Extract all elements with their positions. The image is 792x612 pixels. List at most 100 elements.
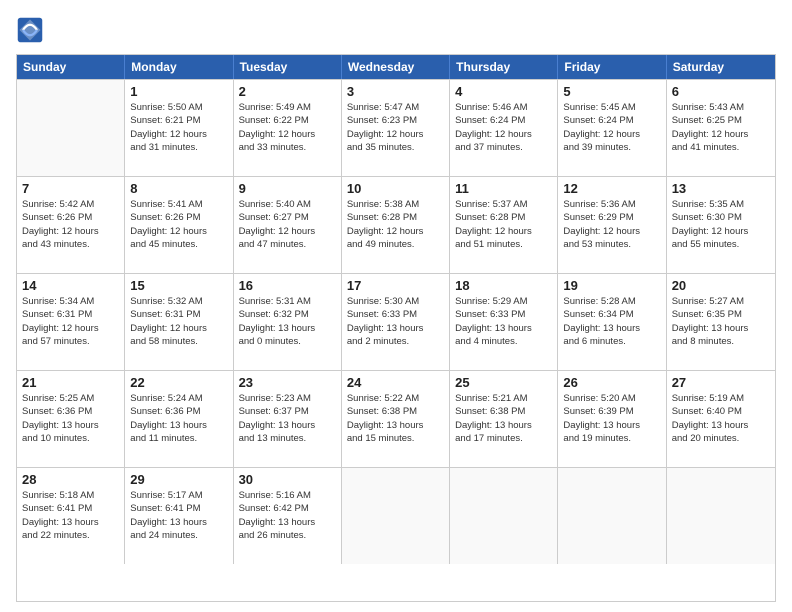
day-info-line: Sunset: 6:26 PM	[22, 211, 119, 224]
day-info-line: Sunrise: 5:38 AM	[347, 198, 444, 211]
calendar-cell: 18Sunrise: 5:29 AMSunset: 6:33 PMDayligh…	[450, 274, 558, 370]
day-number: 9	[239, 181, 336, 196]
day-info-line: Sunrise: 5:23 AM	[239, 392, 336, 405]
day-info-line: Sunrise: 5:16 AM	[239, 489, 336, 502]
day-info: Sunrise: 5:47 AMSunset: 6:23 PMDaylight:…	[347, 101, 444, 154]
day-info-line: Daylight: 13 hours	[22, 516, 119, 529]
day-info-line: and 8 minutes.	[672, 335, 770, 348]
day-info-line: Sunrise: 5:47 AM	[347, 101, 444, 114]
day-info-line: Sunset: 6:33 PM	[455, 308, 552, 321]
day-info: Sunrise: 5:23 AMSunset: 6:37 PMDaylight:…	[239, 392, 336, 445]
day-number: 14	[22, 278, 119, 293]
day-info: Sunrise: 5:18 AMSunset: 6:41 PMDaylight:…	[22, 489, 119, 542]
day-info-line: and 37 minutes.	[455, 141, 552, 154]
page: SundayMondayTuesdayWednesdayThursdayFrid…	[0, 0, 792, 612]
day-info-line: Sunset: 6:34 PM	[563, 308, 660, 321]
day-info-line: and 26 minutes.	[239, 529, 336, 542]
weekday-header: Sunday	[17, 55, 125, 79]
day-number: 13	[672, 181, 770, 196]
day-info-line: Sunset: 6:21 PM	[130, 114, 227, 127]
day-info-line: Daylight: 13 hours	[239, 419, 336, 432]
day-info-line: Sunset: 6:35 PM	[672, 308, 770, 321]
day-number: 17	[347, 278, 444, 293]
day-info-line: Sunrise: 5:42 AM	[22, 198, 119, 211]
day-info-line: Sunrise: 5:43 AM	[672, 101, 770, 114]
day-info: Sunrise: 5:29 AMSunset: 6:33 PMDaylight:…	[455, 295, 552, 348]
day-info-line: Sunrise: 5:49 AM	[239, 101, 336, 114]
day-info: Sunrise: 5:17 AMSunset: 6:41 PMDaylight:…	[130, 489, 227, 542]
calendar-cell: 17Sunrise: 5:30 AMSunset: 6:33 PMDayligh…	[342, 274, 450, 370]
calendar-cell: 3Sunrise: 5:47 AMSunset: 6:23 PMDaylight…	[342, 80, 450, 176]
day-number: 16	[239, 278, 336, 293]
weekday-header: Friday	[558, 55, 666, 79]
day-info-line: and 57 minutes.	[22, 335, 119, 348]
day-info-line: Sunrise: 5:46 AM	[455, 101, 552, 114]
day-number: 5	[563, 84, 660, 99]
day-info: Sunrise: 5:42 AMSunset: 6:26 PMDaylight:…	[22, 198, 119, 251]
day-info-line: Sunset: 6:28 PM	[347, 211, 444, 224]
day-info-line: and 6 minutes.	[563, 335, 660, 348]
day-info-line: Sunset: 6:36 PM	[130, 405, 227, 418]
day-info: Sunrise: 5:40 AMSunset: 6:27 PMDaylight:…	[239, 198, 336, 251]
logo-icon	[16, 16, 44, 44]
calendar-cell: 8Sunrise: 5:41 AMSunset: 6:26 PMDaylight…	[125, 177, 233, 273]
calendar-cell: 22Sunrise: 5:24 AMSunset: 6:36 PMDayligh…	[125, 371, 233, 467]
day-info-line: Daylight: 13 hours	[455, 322, 552, 335]
calendar-cell: 19Sunrise: 5:28 AMSunset: 6:34 PMDayligh…	[558, 274, 666, 370]
day-info: Sunrise: 5:35 AMSunset: 6:30 PMDaylight:…	[672, 198, 770, 251]
day-info-line: and 17 minutes.	[455, 432, 552, 445]
day-info-line: Sunrise: 5:20 AM	[563, 392, 660, 405]
calendar-cell: 26Sunrise: 5:20 AMSunset: 6:39 PMDayligh…	[558, 371, 666, 467]
day-info-line: and 19 minutes.	[563, 432, 660, 445]
header	[16, 16, 776, 44]
day-info: Sunrise: 5:36 AMSunset: 6:29 PMDaylight:…	[563, 198, 660, 251]
day-info: Sunrise: 5:43 AMSunset: 6:25 PMDaylight:…	[672, 101, 770, 154]
day-info-line: Sunset: 6:38 PM	[347, 405, 444, 418]
calendar-cell: 11Sunrise: 5:37 AMSunset: 6:28 PMDayligh…	[450, 177, 558, 273]
day-info-line: Sunrise: 5:28 AM	[563, 295, 660, 308]
day-info-line: Sunrise: 5:31 AM	[239, 295, 336, 308]
calendar-row: 28Sunrise: 5:18 AMSunset: 6:41 PMDayligh…	[17, 467, 775, 564]
day-info-line: and 55 minutes.	[672, 238, 770, 251]
day-info-line: Sunrise: 5:30 AM	[347, 295, 444, 308]
day-info-line: Daylight: 13 hours	[455, 419, 552, 432]
day-number: 12	[563, 181, 660, 196]
calendar: SundayMondayTuesdayWednesdayThursdayFrid…	[16, 54, 776, 602]
calendar-cell: 9 Sunrise: 5:40 AMSunset: 6:27 PMDaylight…	[234, 177, 342, 273]
calendar-cell: 6Sunrise: 5:43 AMSunset: 6:25 PMDaylight…	[667, 80, 775, 176]
day-info: Sunrise: 5:21 AMSunset: 6:38 PMDaylight:…	[455, 392, 552, 445]
calendar-row: 7Sunrise: 5:42 AMSunset: 6:26 PMDaylight…	[17, 176, 775, 273]
day-info-line: Sunrise: 5:29 AM	[455, 295, 552, 308]
day-info-line: Sunrise: 5:45 AM	[563, 101, 660, 114]
day-info-line: and 11 minutes.	[130, 432, 227, 445]
day-info-line: Daylight: 12 hours	[130, 225, 227, 238]
day-info-line: Sunset: 6:40 PM	[672, 405, 770, 418]
day-number: 25	[455, 375, 552, 390]
day-info-line: and 35 minutes.	[347, 141, 444, 154]
day-info-line: Sunrise: 5:21 AM	[455, 392, 552, 405]
day-info: Sunrise: 5:25 AMSunset: 6:36 PMDaylight:…	[22, 392, 119, 445]
day-info-line: Sunset: 6:36 PM	[22, 405, 119, 418]
day-number: 21	[22, 375, 119, 390]
calendar-cell: 14Sunrise: 5:34 AMSunset: 6:31 PMDayligh…	[17, 274, 125, 370]
day-info-line: Sunset: 6:26 PM	[130, 211, 227, 224]
weekday-header: Wednesday	[342, 55, 450, 79]
day-info-line: Sunset: 6:33 PM	[347, 308, 444, 321]
day-info-line: and 10 minutes.	[22, 432, 119, 445]
day-info-line: and 47 minutes.	[239, 238, 336, 251]
day-number: 22	[130, 375, 227, 390]
calendar-cell: 23Sunrise: 5:23 AMSunset: 6:37 PMDayligh…	[234, 371, 342, 467]
day-number: 30	[239, 472, 336, 487]
day-info-line: and 58 minutes.	[130, 335, 227, 348]
calendar-cell	[667, 468, 775, 564]
day-info-line: Sunset: 6:23 PM	[347, 114, 444, 127]
day-info-line: and 20 minutes.	[672, 432, 770, 445]
calendar-cell: 1Sunrise: 5:50 AMSunset: 6:21 PMDaylight…	[125, 80, 233, 176]
calendar-cell: 15Sunrise: 5:32 AMSunset: 6:31 PMDayligh…	[125, 274, 233, 370]
day-info-line: Daylight: 12 hours	[130, 322, 227, 335]
calendar-cell: 25 Sunrise: 5:21 AMSunset: 6:38 PMDayligh…	[450, 371, 558, 467]
day-info: Sunrise: 5:49 AMSunset: 6:22 PMDaylight:…	[239, 101, 336, 154]
weekday-header: Saturday	[667, 55, 775, 79]
day-info-line: and 22 minutes.	[22, 529, 119, 542]
day-info-line: Daylight: 13 hours	[563, 322, 660, 335]
